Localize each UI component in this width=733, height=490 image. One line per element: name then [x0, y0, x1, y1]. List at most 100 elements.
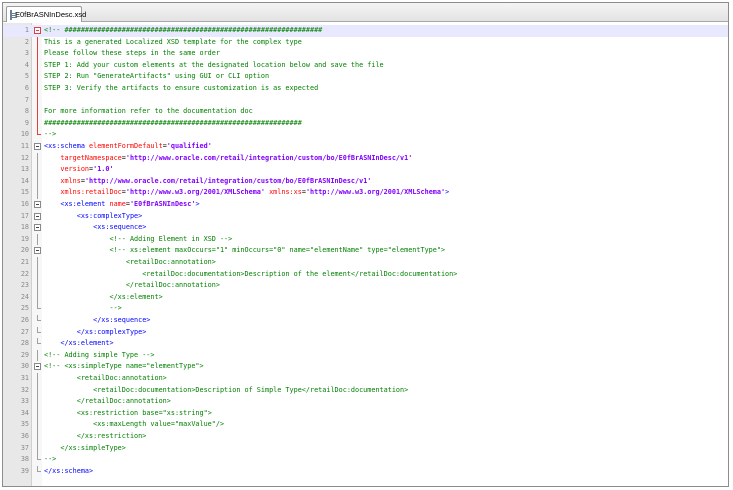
fold-collapse-icon[interactable] [33, 245, 41, 257]
code-line[interactable]: 4 STEP 1: Add your custom elements at the… [3, 59, 728, 72]
code-text: <!-- <xs:simpleType name="elementType"> [44, 362, 204, 371]
code-line[interactable]: 13 version='1.0' [3, 164, 728, 176]
code-text: <retailDoc:annotation> [76, 374, 167, 382]
code-text: <xs:maxLength value="maxValue"/> [93, 420, 225, 429]
code-text: </xs:element> [60, 339, 114, 348]
code-line[interactable]: 24 </xs:element> [3, 291, 728, 304]
code-line[interactable]: 3 Please follow these steps in the same o… [3, 48, 728, 60]
fold-collapse-icon[interactable] [33, 25, 41, 37]
code-line[interactable]: 29 <!-- Adding simple Type --> [3, 349, 728, 362]
code-line[interactable]: 15 xmlns:retailDoc='http://www.w3.org/20… [3, 187, 728, 199]
code-line[interactable]: 21 <retailDoc:annotation> [3, 257, 728, 269]
code-text: <!-- ###################################… [44, 26, 323, 34]
code-line[interactable]: 18 <xs:sequence> [3, 222, 728, 234]
line-number: 15 [20, 188, 29, 197]
code-editor[interactable]: 1 <!-- ##################################… [3, 23, 728, 486]
code-line[interactable]: 7 [3, 94, 728, 107]
fold-end-marker [33, 326, 41, 339]
fold-guide-line [33, 373, 41, 385]
tab-file[interactable]: E0fBrASNInDesc.xsd [6, 6, 86, 22]
code-line[interactable]: 2 This is a generated Localized XSD templ… [3, 36, 728, 49]
code-line[interactable]: 9 #######################################… [3, 117, 728, 130]
line-number: 24 [20, 292, 29, 301]
fold-collapse-icon[interactable] [33, 199, 41, 211]
code-text: </xs:sequence> [93, 316, 151, 324]
code-line[interactable]: 19 <!-- Adding Element in XSD --> [3, 233, 728, 246]
fold-guide-line [33, 407, 41, 420]
code-line[interactable]: 11 <xs:schema elementFormDefault='qualifi… [3, 141, 728, 153]
code-line[interactable]: 12 targetNamespace='http://www.oracle.co… [3, 152, 728, 165]
code-text: STEP 2: Run "GenerateArtifacts" using GU… [44, 72, 270, 81]
code-line[interactable]: 35 <xs:maxLength value="maxValue"/> [3, 419, 728, 431]
code-text: <!-- Adding Element in XSD --> [109, 234, 233, 243]
line-number: 29 [20, 350, 29, 359]
code-line[interactable]: 25 --> [3, 303, 728, 315]
line-number: 17 [20, 211, 29, 220]
code-line[interactable]: 37 </xs:simpleType> [3, 442, 728, 455]
line-number: 13 [20, 165, 29, 174]
code-text: </xs:element> [109, 292, 163, 301]
code-text: targetNamespace='http://www.oracle.com/r… [60, 153, 413, 162]
code-line[interactable]: 1 <!-- ##################################… [3, 25, 728, 37]
fold-collapse-icon[interactable] [33, 211, 41, 223]
line-number: 22 [20, 269, 29, 278]
code-line[interactable]: 27 </xs:complexType> [3, 326, 728, 339]
code-line[interactable]: 6 STEP 3: Verify the artifacts to ensure … [3, 83, 728, 95]
code-text: STEP 1: Add your custom elements at the … [44, 60, 384, 69]
line-number: 6 [24, 84, 29, 92]
code-line[interactable]: 34 <xs:restriction base="xs:string"> [3, 407, 728, 420]
code-line[interactable]: 8 For more information refer to the docum… [3, 106, 728, 118]
fold-collapse-icon[interactable] [33, 361, 41, 373]
line-number: 39 [20, 466, 29, 475]
fold-collapse-icon[interactable] [33, 141, 41, 153]
line-number: 28 [20, 339, 29, 348]
code-line[interactable]: 39 </xs:schema> [3, 465, 728, 478]
code-line[interactable]: 36 </xs:restriction> [3, 431, 728, 443]
code-text: xmlns='http://www.oracle.com/retail/inte… [60, 176, 372, 185]
code-line[interactable]: 31 <retailDoc:annotation> [3, 373, 728, 385]
code-line[interactable]: 26 </xs:sequence> [3, 315, 728, 327]
line-number: 34 [20, 408, 29, 417]
line-number: 14 [20, 176, 29, 185]
code-line[interactable]: 38 --> [3, 454, 728, 466]
code-line[interactable]: 32 <retailDoc:documentation>Description … [3, 384, 728, 397]
line-number: 4 [24, 60, 29, 69]
code-text: </retailDoc:annotation> [76, 397, 171, 406]
code-text: <xs:element name='E0fBrASNInDesc'> [60, 200, 200, 208]
fold-guide-line [33, 442, 41, 455]
line-number: 5 [24, 72, 29, 81]
code-text: </xs:restriction> [76, 432, 147, 440]
line-number: 35 [20, 420, 29, 429]
code-line[interactable]: 30 <!-- <xs:simpleType name="elementType"… [3, 361, 728, 373]
code-text: --> [109, 304, 122, 313]
code-line[interactable]: 17 <xs:complexType> [3, 211, 728, 223]
code-line[interactable]: 28 </xs:element> [3, 338, 728, 350]
tab-bar: E0fBrASNInDesc.xsd [3, 3, 728, 22]
code-line[interactable]: 14 xmlns='http://www.oracle.com/retail/i… [3, 175, 728, 188]
fold-guide-line [33, 152, 41, 165]
fold-guide-line [33, 83, 41, 95]
fold-end-marker [33, 303, 41, 315]
code-line[interactable]: 22 <retailDoc:documentation>Description … [3, 268, 728, 281]
code-line[interactable]: 20 <!-- xs:element maxOccurs="1" minOccu… [3, 245, 728, 257]
fold-guide-line [33, 94, 41, 107]
line-number: 7 [24, 95, 29, 104]
line-number: 2 [24, 37, 29, 46]
fold-guide-line [33, 106, 41, 118]
line-number: 36 [20, 432, 29, 440]
code-text: </retailDoc:annotation> [125, 281, 220, 290]
fold-guide-line [33, 257, 41, 269]
code-text: --> [44, 455, 57, 464]
fold-end-marker [33, 315, 41, 327]
code-line[interactable]: 10 --> [3, 129, 728, 141]
line-number: 18 [20, 223, 29, 232]
code-line[interactable]: 5 STEP 2: Run "GenerateArtifacts" using G… [3, 71, 728, 83]
fold-guide-line [33, 268, 41, 281]
code-line[interactable]: 33 </retailDoc:annotation> [3, 396, 728, 408]
code-line[interactable]: 16 <xs:element name='E0fBrASNInDesc'> [3, 199, 728, 211]
code-text: <xs:complexType> [76, 211, 143, 220]
fold-collapse-icon[interactable] [33, 222, 41, 234]
line-number: 12 [20, 153, 29, 162]
fold-end-marker [33, 338, 41, 350]
code-line[interactable]: 23 </retailDoc:annotation> [3, 280, 728, 292]
